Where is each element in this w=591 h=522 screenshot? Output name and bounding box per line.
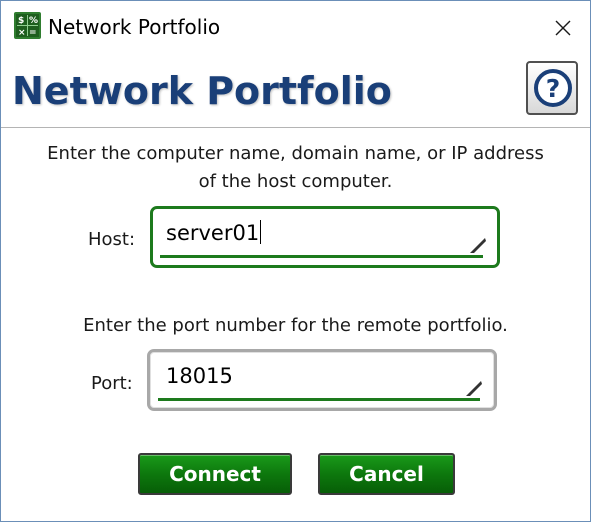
host-instruction-line2: of the host computer. [198, 171, 393, 192]
page-title: Network Portfolio [12, 69, 392, 113]
svg-text:=: = [29, 28, 37, 38]
text-caret [260, 220, 262, 244]
port-label: Port: [91, 373, 133, 394]
help-button[interactable]: ? [526, 61, 578, 115]
svg-text:?: ? [546, 74, 561, 103]
resize-corner-icon [466, 381, 482, 396]
network-portfolio-dialog: $ % × = Network Portfolio Network Portfo… [0, 0, 591, 522]
spreadsheet-calculator-icon: $ % × = [14, 12, 41, 39]
dialog-header: Network Portfolio ? [1, 55, 590, 127]
svg-text:$: $ [18, 16, 24, 26]
port-input-value: 18015 [166, 364, 233, 388]
close-icon [555, 20, 571, 36]
svg-text:%: % [29, 16, 38, 26]
host-instruction-line1: Enter the computer name, domain name, or… [47, 143, 544, 164]
resize-corner-icon [470, 238, 486, 253]
cancel-button[interactable]: Cancel [318, 453, 455, 495]
port-input[interactable]: 18015 [147, 349, 497, 411]
title-bar: $ % × = Network Portfolio [1, 1, 590, 55]
close-button[interactable] [541, 7, 585, 47]
host-input-underline [160, 255, 483, 258]
host-input[interactable]: server01 [150, 206, 500, 268]
window-title: Network Portfolio [48, 15, 221, 39]
host-input-value: server01 [166, 221, 260, 245]
help-question-icon: ? [534, 69, 572, 107]
port-instruction: Enter the port number for the remote por… [83, 315, 508, 336]
header-divider [1, 127, 590, 128]
port-input-underline [158, 398, 480, 401]
host-label: Host: [88, 229, 136, 250]
connect-button[interactable]: Connect [138, 453, 292, 495]
svg-text:×: × [18, 28, 26, 38]
